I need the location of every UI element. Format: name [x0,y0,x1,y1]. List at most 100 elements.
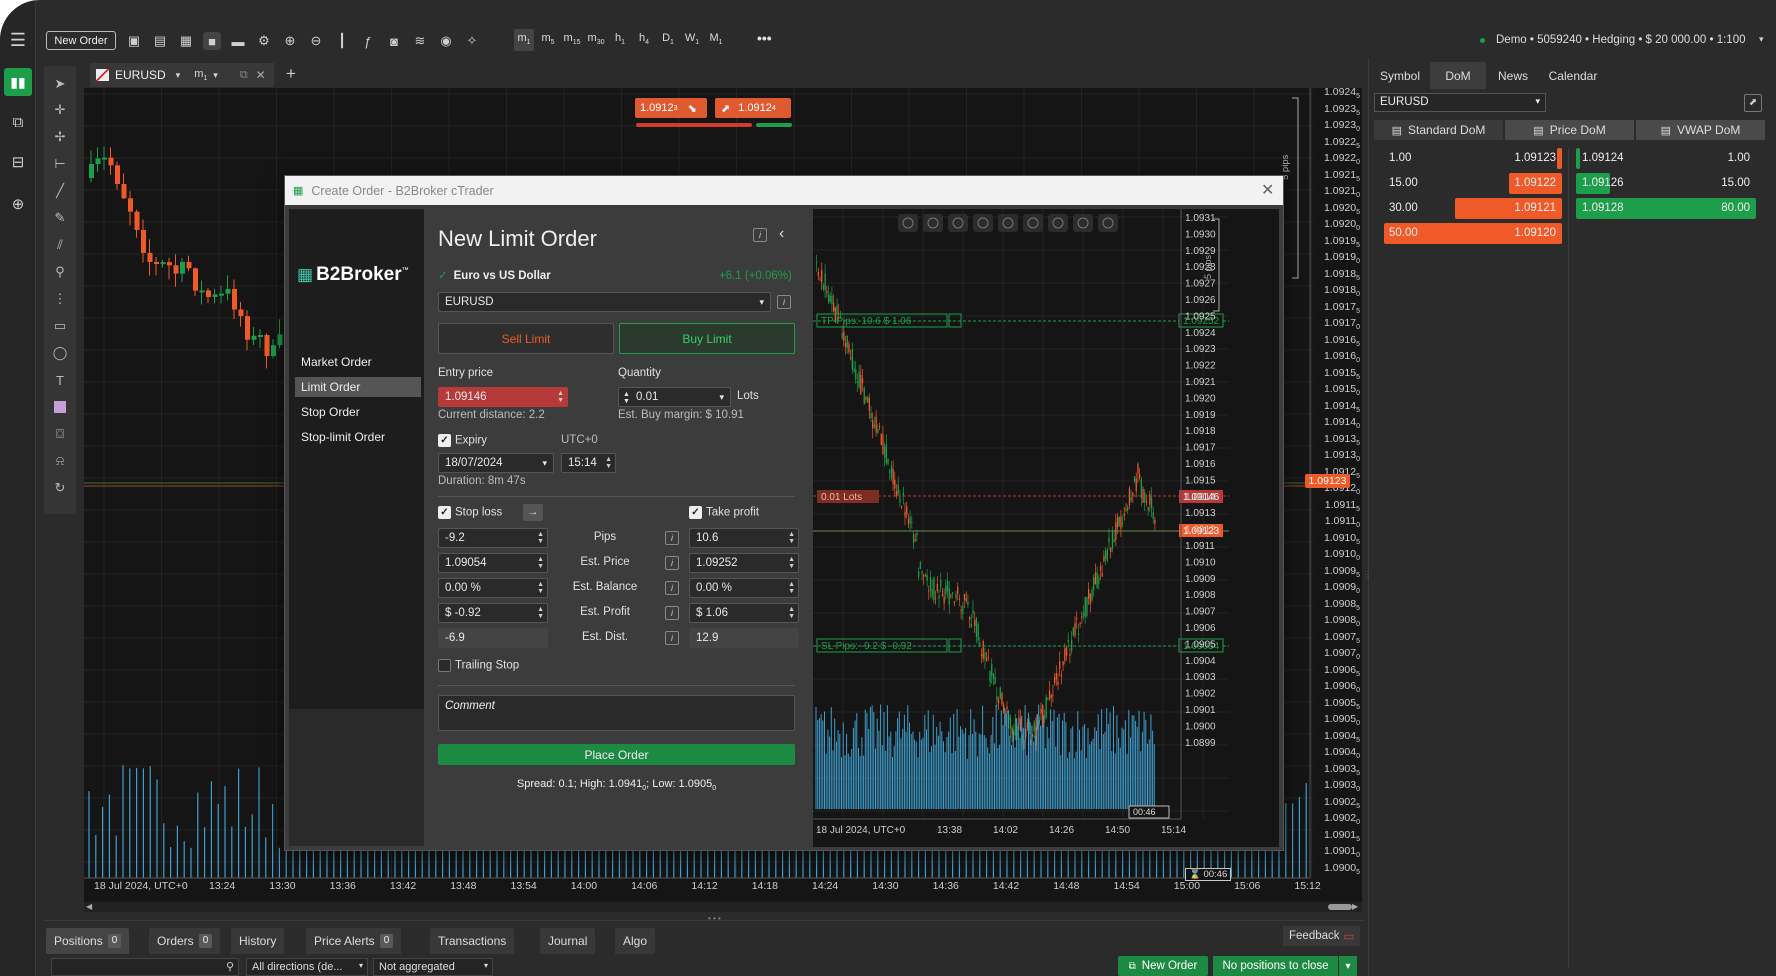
candles-icon[interactable]: ┃ [333,32,351,50]
menu-item-stop-limit-order[interactable]: Stop-limit Order [295,427,421,447]
spinner-icon[interactable]: ▲ ▼ [537,581,544,595]
quick-sell-button[interactable]: 1.0912 3 ⬊ [635,98,707,118]
row-info-icon[interactable]: i [665,531,679,545]
chart-scrollbar[interactable] [84,902,1362,912]
spinner-icon[interactable]: ▲ ▼ [537,606,544,620]
ask-row[interactable]: 1.09128 80.00 [1576,198,1756,219]
close-positions-button[interactable]: No positions to close [1213,956,1338,976]
quick-buy-button[interactable]: ⬈ 1.0912 4 [715,98,791,118]
panel-resize-handle[interactable]: ⋮ [1364,570,1372,598]
layers-icon[interactable]: ≋ [411,32,429,50]
pen-icon[interactable]: ✎ [50,208,70,228]
spinner-icon[interactable]: ▲ ▼ [537,556,544,570]
spinner-icon[interactable]: ▲ ▼ [788,556,795,570]
spinner-icon[interactable]: ▲ ▼ [788,531,795,545]
menu-icon[interactable]: ☰ [8,30,28,50]
bottom-tab-algo[interactable]: Algo [615,928,656,954]
account-info[interactable]: Demo • 5059240 • Hedging • $ 20 000.00 •… [1496,34,1745,46]
bottom-tab-price-alerts[interactable]: Price Alerts 0 [306,928,402,954]
measure-icon[interactable]: ✢ [50,127,70,147]
trendline-icon[interactable]: ╱ [50,181,70,201]
sl-est-balance-input[interactable]: 0.00 % ▲ ▼ [438,578,548,598]
collapse-icon[interactable]: ‹ [779,225,784,243]
close-tab-icon[interactable]: ✕ [256,68,266,82]
tp-est-balance-input[interactable]: 0.00 % ▲ ▼ [689,578,799,598]
analyze-app-icon[interactable]: ⊕ [8,194,28,214]
grid-icon[interactable]: ▦ [177,32,195,50]
bottom-new-order-button[interactable]: ⧉ New Order [1118,956,1208,976]
copy-app-icon[interactable]: ⧉ [8,112,28,132]
bot-icon[interactable]: ◙ [385,32,403,50]
more-icon[interactable]: ••• [757,30,772,46]
sl-est-profit-input[interactable]: $ -0.92 ▲ ▼ [438,603,548,623]
sl-arrow-button[interactable]: → [523,504,543,521]
bid-row[interactable]: 50.00 1.09120 [1384,223,1562,244]
symbol-info-icon[interactable]: i [777,295,791,309]
fibonacci-icon[interactable]: ⋮ [50,289,70,309]
search-input[interactable]: ⚲ [51,958,239,976]
timeframe-h1[interactable]: h1 [610,29,630,51]
dom-tab-price-dom[interactable]: ▤ Price DoM [1505,120,1634,140]
trade-app-icon[interactable]: ▮▮ [4,68,32,96]
heading-info-icon[interactable]: i [753,228,767,242]
tp-est-profit-input[interactable]: $ 1.06 ▲ ▼ [689,603,799,623]
tp-est-price-input[interactable]: 1.09252 ▲ ▼ [689,553,799,573]
bottom-resize-handle[interactable]: • • • [708,914,721,923]
timeframe-M1[interactable]: M1 [706,29,726,51]
single-chart-icon[interactable]: ■ [203,32,221,50]
sl-est-price-input[interactable]: 1.09054 ▲ ▼ [438,553,548,573]
add-tab-icon[interactable]: + [286,64,296,84]
scroll-right-icon[interactable]: ▶ [1352,902,1358,911]
timeframe-m30[interactable]: m30 [586,29,606,51]
dom-tab-vwap-dom[interactable]: ▤ VWAP DoM [1636,120,1765,140]
dom-tab-standard-dom[interactable]: ▤ Standard DoM [1374,120,1503,140]
detach-icon[interactable]: ⧉ [240,69,248,82]
row-info-icon[interactable]: i [665,631,679,645]
cursor-icon[interactable]: ➤ [50,74,70,94]
ask-row[interactable]: 1.09124 1.00 [1576,148,1756,169]
scrollbar-thumb[interactable] [1328,904,1352,910]
alert-bell-icon[interactable]: ⍾ [50,451,70,471]
bottom-tab-positions[interactable]: Positions 0 [46,928,130,954]
account-dropdown-icon[interactable]: ▾ [1759,34,1764,45]
menu-item-limit-order[interactable]: Limit Order [295,377,421,397]
tp-pips-input[interactable]: 10.6 ▲ ▼ [689,528,799,548]
tab-calendar[interactable]: Calendar [1540,62,1606,89]
chart-tab[interactable]: EURUSD ▾ m1 ▾ ⧉ ✕ [90,63,274,87]
menu-item-stop-order[interactable]: Stop Order [295,402,421,422]
chart-gear-icon[interactable]: ✧ [463,32,481,50]
ruler-icon[interactable]: ⊢ [50,154,70,174]
spinner-icon[interactable]: ▲ ▼ [788,606,795,620]
timeframe-D1[interactable]: D1 [658,29,678,51]
expiry-checkbox[interactable]: ✓ Expiry [438,434,487,447]
comment-input[interactable]: Comment [438,695,795,731]
dialog-titlebar[interactable]: ▦ Create Order - B2Broker cTrader [285,176,1283,205]
zoom-out-icon[interactable]: ⊖ [307,32,325,50]
bottom-tab-orders[interactable]: Orders 0 [149,928,221,954]
quantity-input[interactable]: ▲ ▼ 0.01 ▾ [618,387,731,407]
scroll-left-icon[interactable]: ◀ [86,902,92,911]
monitor-icon[interactable]: ▣ [125,32,143,50]
take-profit-checkbox[interactable]: ✓ Take profit [689,506,759,519]
timeframe-W1[interactable]: W1 [682,29,702,51]
split-chart-icon[interactable]: ▬ [229,32,247,50]
stop-loss-checkbox[interactable]: ✓ Stop loss [438,506,502,519]
menu-item-market-order[interactable]: Market Order [295,352,421,372]
sell-limit-button[interactable]: Sell Limit [438,323,614,354]
eye-icon[interactable]: ◉ [437,32,455,50]
tab-news[interactable]: News [1488,62,1538,89]
bottom-tab-history[interactable]: History [231,928,285,954]
replay-icon[interactable]: ↻ [50,478,70,498]
spinner-icon[interactable]: ▲ ▼ [537,531,544,545]
aggregation-select[interactable]: Not aggregated ▾ [373,958,493,976]
row-info-icon[interactable]: i [665,581,679,595]
buy-limit-button[interactable]: Buy Limit [619,323,795,354]
zoom-in-icon[interactable]: ⊕ [281,32,299,50]
indicators-icon[interactable]: ƒ [359,32,377,50]
mini-chart[interactable]: TP Pips: 10.6 $ 1.06 1.09252 0.01 Lots 1.09… [813,209,1279,847]
ellipse-icon[interactable]: ◯ [50,343,70,363]
timeframe-m15[interactable]: m15 [562,29,582,51]
close-positions-dropdown-icon[interactable]: ▾ [1339,956,1357,976]
timeframe-label[interactable]: m1 [194,68,207,82]
place-order-button[interactable]: Place Order [438,744,795,765]
